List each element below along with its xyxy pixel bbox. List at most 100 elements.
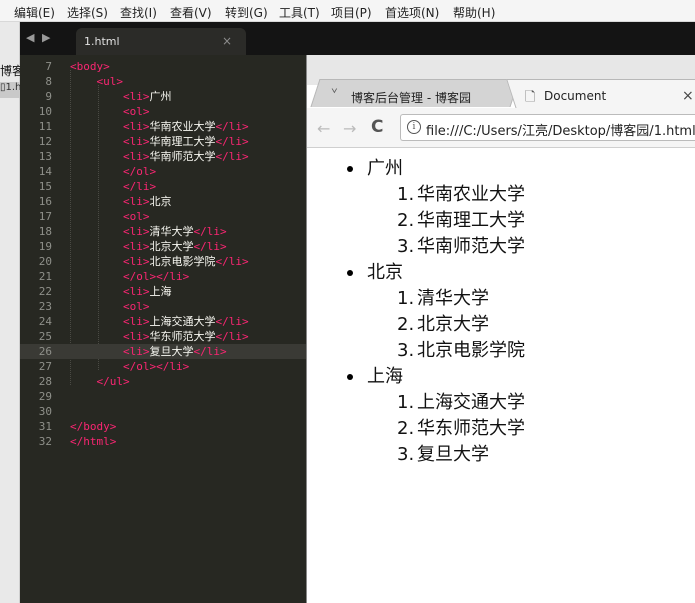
code-line[interactable]: 21 </ol></li> xyxy=(20,269,306,284)
code-line[interactable]: 8 <ul> xyxy=(20,74,306,89)
code-line[interactable]: 18 <li>清华大学</li> xyxy=(20,224,306,239)
code-tag: <li> xyxy=(122,345,150,358)
code-tag: <ol> xyxy=(122,210,150,223)
menu-item[interactable]: 查找(I) xyxy=(120,4,157,21)
list-item-city: 广州 xyxy=(367,158,403,179)
code-line[interactable]: 11 <li>华南农业大学</li> xyxy=(20,119,306,134)
code-line[interactable]: 24 <li>上海交通大学</li> xyxy=(20,314,306,329)
code-text: </body> xyxy=(70,419,116,434)
code-tag: </li> xyxy=(122,180,157,193)
list-item-number: 2. xyxy=(397,418,415,439)
sidebar-file-label: 1.h xyxy=(5,82,20,93)
forward-icon[interactable]: → xyxy=(343,119,356,138)
code-text: <body> xyxy=(70,59,110,74)
browser-tab-title: 博客后台管理 - 博客园 xyxy=(351,91,471,105)
code-text: </ul> xyxy=(70,374,130,389)
code-line[interactable]: 12 <li>华南理工大学</li> xyxy=(20,134,306,149)
page-content: 广州 1. 华南农业大学 2. 华南理工大学 3. 华南师范大学 北京 1. 清华大学 2. 北京大学… xyxy=(307,148,695,603)
code-text: </html> xyxy=(70,434,116,449)
code-line[interactable]: 30 xyxy=(20,404,306,419)
code-text: <ol> xyxy=(70,299,150,314)
list-item-university: 上海交通大学 xyxy=(417,392,525,413)
code-line[interactable]: 9 <li>广州 xyxy=(20,89,306,104)
code-line[interactable]: 32 </html> xyxy=(20,434,306,449)
menu-item[interactable]: 工具(T) xyxy=(279,4,320,21)
menu-item[interactable]: 编辑(E) xyxy=(14,4,55,21)
code-line[interactable]: 29 xyxy=(20,389,306,404)
line-number: 22 xyxy=(38,285,52,298)
menu-item[interactable]: 选择(S) xyxy=(67,4,108,21)
list-item-university: 清华大学 xyxy=(417,288,489,309)
tab-nav-arrows[interactable]: ◀ ▶ xyxy=(26,31,52,44)
address-bar[interactable]: i file:///C:/Users/江亮/Desktop/博客园/1.html xyxy=(400,114,695,141)
list-item-number: 2. xyxy=(397,314,415,335)
code-line[interactable]: 15 </li> xyxy=(20,179,306,194)
code-token: 清华大学 xyxy=(149,225,194,238)
code-line[interactable]: 26 <li>复旦大学</li> xyxy=(20,344,306,359)
code-tag: </li> xyxy=(215,135,249,148)
code-editor[interactable]: 7 <body> 8 <ul> 9 <li>广州 10 <ol> 11 <li>华南农业大… xyxy=(20,55,306,603)
browser-toolbar: ← → C i file:///C:/Users/江亮/Desktop/博客园/… xyxy=(307,108,695,148)
menu-item[interactable]: 查看(V) xyxy=(170,4,212,21)
code-tag: <li> xyxy=(122,330,150,343)
code-line[interactable]: 17 <ol> xyxy=(20,209,306,224)
code-line[interactable]: 19 <li>北京大学</li> xyxy=(20,239,306,254)
code-tag: <li> xyxy=(122,90,150,103)
address-url[interactable]: file:///C:/Users/江亮/Desktop/博客园/1.html xyxy=(426,120,695,139)
info-icon[interactable]: i xyxy=(407,120,421,134)
code-text: <ol> xyxy=(70,209,150,224)
code-tag: <li> xyxy=(122,255,150,268)
code-token: 华南师范大学 xyxy=(149,150,216,163)
code-line[interactable]: 7 <body> xyxy=(20,59,306,74)
code-tag: </li> xyxy=(193,345,227,358)
menu-item[interactable]: 项目(P) xyxy=(331,4,372,21)
list-item-city: 北京 xyxy=(367,262,403,283)
code-token: 北京大学 xyxy=(149,240,194,253)
code-line[interactable]: 13 <li>华南师范大学</li> xyxy=(20,149,306,164)
line-number: 13 xyxy=(38,150,52,163)
code-text: </ol></li> xyxy=(70,359,189,374)
code-line[interactable]: 31 </body> xyxy=(20,419,306,434)
menu-item[interactable]: 首选项(N) xyxy=(385,4,439,21)
code-tag: </li> xyxy=(193,225,227,238)
code-tag: <ul> xyxy=(96,75,124,88)
list-bullet xyxy=(347,374,353,380)
reload-icon[interactable]: C xyxy=(371,117,383,137)
close-icon[interactable]: × xyxy=(682,88,694,104)
list-item-number: 1. xyxy=(397,184,415,205)
code-line[interactable]: 27 </ol></li> xyxy=(20,359,306,374)
code-line[interactable]: 22 <li>上海 xyxy=(20,284,306,299)
code-tag: </ul> xyxy=(96,375,130,388)
menu-item[interactable]: 转到(G) xyxy=(225,4,268,21)
close-icon[interactable]: × xyxy=(222,34,232,48)
line-number: 11 xyxy=(38,120,52,133)
code-line[interactable]: 16 <li>北京 xyxy=(20,194,306,209)
browser-tab-title: Document xyxy=(544,89,607,103)
code-line[interactable]: 14 </ol> xyxy=(20,164,306,179)
code-line[interactable]: 23 <ol> xyxy=(20,299,306,314)
code-line[interactable]: 28 </ul> xyxy=(20,374,306,389)
menu-item[interactable]: 帮助(H) xyxy=(453,4,495,21)
code-line[interactable]: 25 <li>华东师范大学</li> xyxy=(20,329,306,344)
code-tag: <ol> xyxy=(122,105,150,118)
code-tag: <li> xyxy=(122,120,150,133)
code-text: <li>北京电影学院</li> xyxy=(70,254,249,269)
code-tag: <li> xyxy=(122,135,150,148)
sidebar-file-item[interactable]: ▯1.h xyxy=(0,82,20,98)
line-number: 24 xyxy=(38,315,52,328)
back-icon[interactable]: ← xyxy=(317,119,330,138)
code-tag: </ol> xyxy=(122,165,157,178)
code-line[interactable]: 20 <li>北京电影学院</li> xyxy=(20,254,306,269)
editor-tab-1-html[interactable]: 1.html × xyxy=(76,28,246,55)
line-number: 10 xyxy=(38,105,52,118)
code-line[interactable]: 10 <ol> xyxy=(20,104,306,119)
